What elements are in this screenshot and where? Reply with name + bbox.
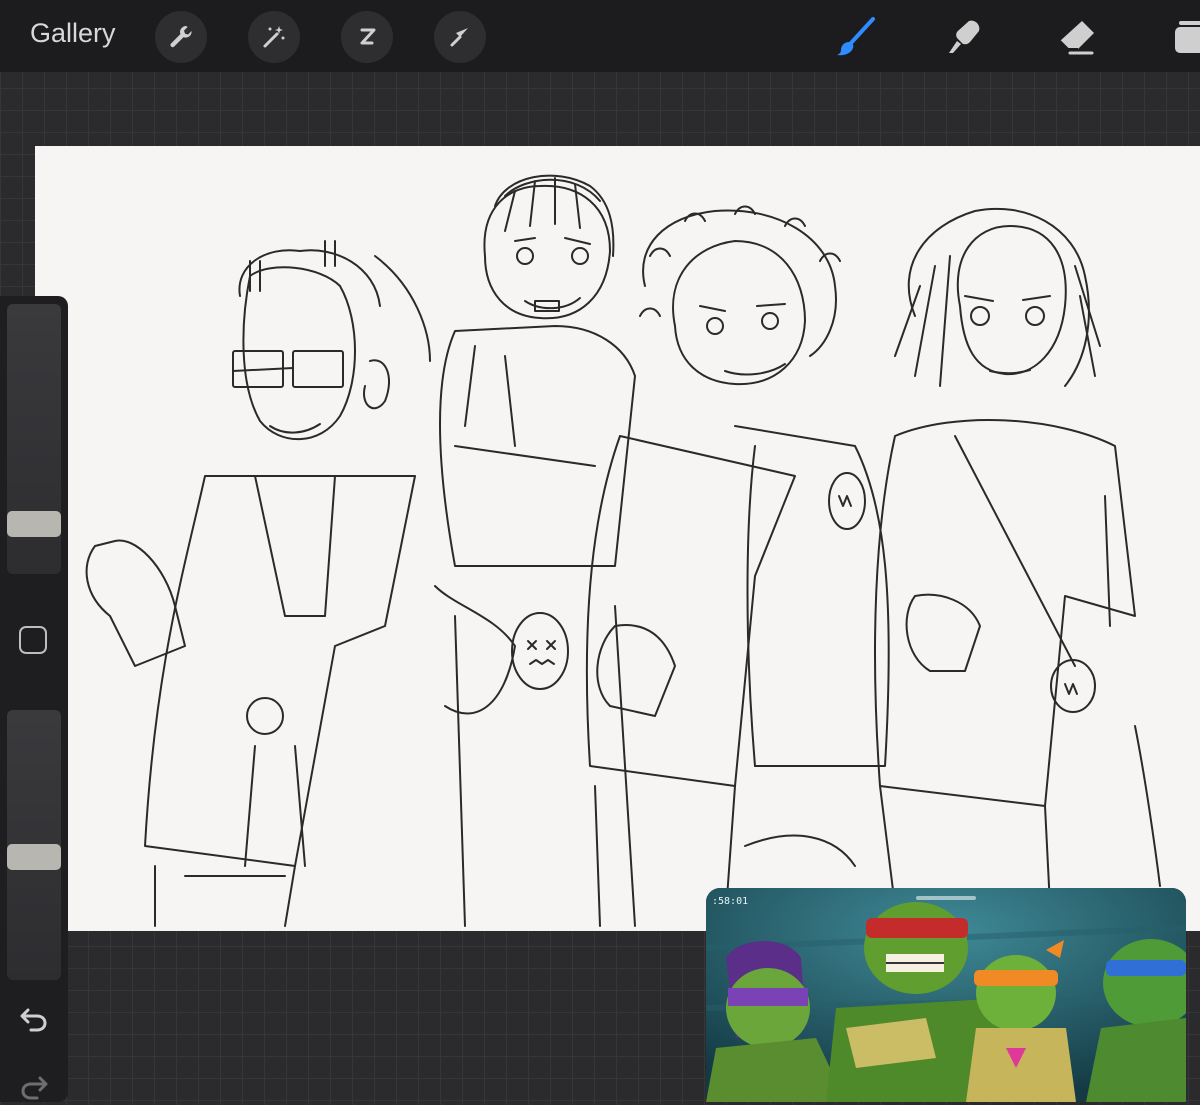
selection-icon[interactable] [341,11,393,63]
modify-button[interactable] [19,626,47,654]
drawing-canvas[interactable] [35,146,1200,931]
smudge-icon[interactable] [940,12,990,62]
brush-size-thumb[interactable] [7,511,61,537]
top-toolbar: Gallery [0,0,1200,72]
transform-arrow-icon[interactable] [434,11,486,63]
cartoon-video-frame [706,888,1186,1102]
brush-size-slider[interactable] [7,304,61,574]
redo-icon[interactable] [18,1074,50,1100]
pip-drag-handle[interactable] [916,896,976,900]
layers-icon[interactable] [1160,12,1200,62]
brush-opacity-slider[interactable] [7,710,61,980]
wrench-icon[interactable] [155,11,207,63]
gallery-button[interactable]: Gallery [30,18,116,49]
brush-icon[interactable] [830,12,880,62]
undo-icon[interactable] [18,1006,50,1032]
brush-opacity-thumb[interactable] [7,844,61,870]
eraser-icon[interactable] [1052,12,1102,62]
picture-in-picture-video[interactable]: :58:01 [706,888,1186,1102]
video-timestamp: :58:01 [712,896,749,907]
left-sidebar [0,296,68,1102]
magic-wand-icon[interactable] [248,11,300,63]
character-sketch [85,174,1161,927]
